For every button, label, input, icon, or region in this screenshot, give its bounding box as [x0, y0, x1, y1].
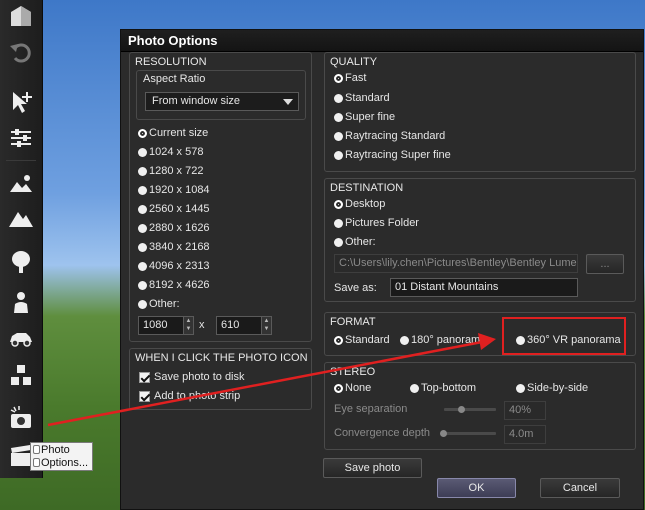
tooltip-line2: Options...	[41, 457, 89, 469]
quality-option-fast[interactable]: Fast	[334, 72, 366, 84]
radio-icon[interactable]	[138, 299, 147, 309]
radio-icon[interactable]	[334, 237, 343, 247]
resolution-option-1024[interactable]: 1024 x 578	[138, 146, 203, 158]
undo-icon[interactable]	[5, 36, 37, 68]
click-icon-title: WHEN I CLICK THE PHOTO ICON	[135, 352, 308, 364]
radio-icon[interactable]	[334, 112, 343, 122]
radio-icon[interactable]	[334, 131, 343, 141]
radio-icon[interactable]	[334, 383, 343, 393]
select-move-icon[interactable]	[5, 86, 37, 118]
save-to-disk-option[interactable]: Save photo to disk	[139, 371, 245, 383]
chevron-down-icon	[283, 99, 293, 105]
resolution-option-1280[interactable]: 1280 x 722	[138, 165, 203, 177]
radio-icon[interactable]	[334, 73, 343, 83]
aspect-ratio-select[interactable]: From window size	[145, 92, 299, 111]
stereo-option-none[interactable]: None	[334, 382, 371, 394]
destination-option-other[interactable]: Other:	[334, 236, 376, 248]
radio-icon[interactable]	[334, 93, 343, 103]
eye-separation-thumb[interactable]	[458, 406, 465, 413]
destination-option-desktop[interactable]: Desktop	[334, 198, 385, 210]
radio-icon[interactable]	[138, 242, 147, 252]
eye-separation-slider[interactable]	[444, 408, 496, 411]
tree-icon[interactable]	[5, 246, 37, 278]
radio-icon[interactable]	[400, 335, 409, 345]
radio-icon[interactable]	[138, 185, 147, 195]
radio-icon[interactable]	[138, 166, 147, 176]
quality-option-super-fine[interactable]: Super fine	[334, 111, 395, 123]
format-option-standard[interactable]: Standard	[334, 334, 390, 346]
left-toolbar	[0, 0, 43, 478]
aspect-ratio-value: From window size	[152, 95, 241, 107]
resolution-option-2560[interactable]: 2560 x 1445	[138, 203, 210, 215]
stereo-option-top-bottom[interactable]: Top-bottom	[410, 382, 476, 394]
tooltip-line1: Photo	[41, 444, 70, 456]
resolution-option-8192[interactable]: 8192 x 4626	[138, 279, 210, 291]
destination-option-pictures[interactable]: Pictures Folder	[334, 217, 419, 229]
convergence-depth-label: Convergence depth	[334, 427, 431, 439]
convergence-depth-thumb[interactable]	[440, 430, 447, 437]
destination-title: DESTINATION	[330, 182, 404, 194]
mouse-icon	[33, 445, 40, 454]
terrain-icon[interactable]	[5, 202, 37, 234]
objects-icon[interactable]	[5, 360, 37, 392]
radio-icon[interactable]	[138, 204, 147, 214]
eye-separation-label: Eye separation	[334, 403, 408, 415]
radio-icon[interactable]	[138, 280, 147, 290]
save-as-input[interactable]: 01 Distant Mountains	[390, 278, 578, 297]
mouse-icon	[33, 458, 40, 467]
radio-icon[interactable]	[334, 218, 343, 228]
convergence-depth-value[interactable]: 4.0m	[504, 425, 546, 444]
radio-icon[interactable]	[138, 128, 147, 138]
convergence-depth-slider[interactable]	[444, 432, 496, 435]
save-photo-button[interactable]: Save photo	[323, 458, 422, 478]
car-icon[interactable]	[5, 322, 37, 354]
radio-icon[interactable]	[138, 147, 147, 157]
resolution-option-2880[interactable]: 2880 x 1626	[138, 222, 210, 234]
quality-option-raytracing-standard[interactable]: Raytracing Standard	[334, 130, 445, 142]
height-stepper[interactable]: 610 ▲ ▼	[216, 316, 272, 335]
dialog-title: Photo Options	[121, 30, 643, 52]
cancel-button[interactable]: Cancel	[540, 478, 620, 498]
resolution-option-other[interactable]: Other:	[138, 298, 180, 310]
photo-camera-icon[interactable]	[5, 402, 37, 434]
radio-icon[interactable]	[138, 261, 147, 271]
adjust-sliders-icon[interactable]	[5, 122, 37, 154]
radio-icon[interactable]	[334, 199, 343, 209]
radio-icon[interactable]	[334, 335, 343, 345]
sky-icon[interactable]	[5, 168, 37, 200]
ok-button[interactable]: OK	[437, 478, 516, 498]
spin-arrows-icon[interactable]: ▲ ▼	[261, 317, 271, 334]
resolution-option-current[interactable]: Current size	[138, 127, 208, 139]
quality-option-raytracing-super-fine[interactable]: Raytracing Super fine	[334, 149, 451, 161]
resolution-title: RESOLUTION	[135, 56, 207, 68]
resolution-option-1920[interactable]: 1920 x 1084	[138, 184, 210, 196]
stereo-title: STEREO	[330, 366, 376, 378]
spin-arrows-icon[interactable]: ▲ ▼	[183, 317, 193, 334]
annotation-highlight-box	[502, 317, 626, 355]
format-title: FORMAT	[330, 316, 376, 328]
photo-options-tooltip: Photo Options...	[30, 442, 93, 471]
format-option-180-panorama[interactable]: 180° panorama	[400, 334, 486, 346]
building-icon[interactable]	[5, 0, 37, 32]
radio-icon[interactable]	[516, 383, 525, 393]
radio-icon[interactable]	[334, 150, 343, 160]
eye-separation-value[interactable]: 40%	[504, 401, 546, 420]
radio-icon[interactable]	[138, 223, 147, 233]
resolution-option-4096[interactable]: 4096 x 2313	[138, 260, 210, 272]
radio-icon[interactable]	[410, 383, 419, 393]
browse-button[interactable]: ...	[586, 254, 624, 274]
person-icon[interactable]	[5, 286, 37, 318]
destination-path-field[interactable]: C:\Users\lily.chen\Pictures\Bentley\Bent…	[334, 254, 578, 273]
resolution-option-3840[interactable]: 3840 x 2168	[138, 241, 210, 253]
x-separator: x	[199, 319, 205, 331]
checkbox-icon[interactable]	[139, 390, 150, 402]
add-to-strip-option[interactable]: Add to photo strip	[139, 390, 240, 402]
quality-title: QUALITY	[330, 56, 378, 68]
checkbox-icon[interactable]	[139, 371, 150, 383]
stereo-option-side-by-side[interactable]: Side-by-side	[516, 382, 588, 394]
aspect-ratio-label: Aspect Ratio	[143, 73, 206, 85]
width-stepper[interactable]: 1080 ▲ ▼	[138, 316, 194, 335]
quality-option-standard[interactable]: Standard	[334, 92, 390, 104]
save-as-label: Save as:	[334, 282, 377, 294]
